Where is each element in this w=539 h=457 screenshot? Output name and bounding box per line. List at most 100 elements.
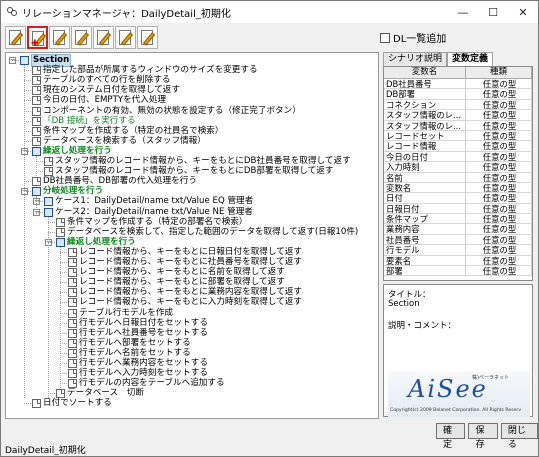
document-icon <box>68 379 77 389</box>
checkbox-box[interactable] <box>380 32 390 43</box>
column-header-name[interactable]: 変数名 <box>384 67 466 78</box>
tree-connector <box>24 191 31 193</box>
table-row[interactable]: 部署 任意の型 <box>384 266 532 277</box>
tree-connector <box>48 241 55 243</box>
table-row[interactable]: レコードセット 任意の型 <box>384 130 532 142</box>
table-row[interactable]: 今日の日付 任意の型 <box>384 151 532 163</box>
tree-connector <box>48 393 55 395</box>
variable-name-cell: 社員番号 <box>384 234 466 245</box>
variable-type-cell: 任意の型 <box>466 162 532 172</box>
table-row[interactable]: DB社員番号 任意の型 <box>384 79 532 90</box>
variable-name-cell: 名前 <box>384 172 466 182</box>
variable-name-cell: 行モデル <box>384 245 466 255</box>
toolbar-button-5[interactable] <box>93 26 114 49</box>
table-row[interactable]: 業務内容 任意の型 <box>384 224 532 235</box>
table-row[interactable]: レコード情報 任意の型 <box>384 141 532 152</box>
variable-name-cell: DB社員番号 <box>384 79 466 89</box>
toolbar-button-1[interactable] <box>5 26 26 49</box>
tree-item[interactable]: 日付でソートする <box>32 398 112 409</box>
tree-connector <box>48 231 55 233</box>
variable-name-cell: レコードセット <box>384 130 466 141</box>
tree-connector <box>60 292 67 294</box>
variable-type-cell: 任意の型 <box>466 266 532 276</box>
table-row[interactable]: 日付 任意の型 <box>384 193 532 204</box>
variable-type-cell: 任意の型 <box>466 172 532 182</box>
tab-scenario-description[interactable]: シナリオ説明 <box>383 52 448 66</box>
variable-name-cell: 要素名 <box>384 255 466 266</box>
status-bar: DailyDetail_初期化 <box>5 446 86 456</box>
tab-variable-definitions[interactable]: 変数定義 <box>447 52 494 66</box>
tree-connector <box>24 130 31 132</box>
variable-type-cell: 任意の型 <box>466 234 532 245</box>
tree-connector <box>60 322 67 324</box>
dl-list-checkbox[interactable]: DL一覧追加 <box>380 30 446 45</box>
variable-name-cell: 条件マップ <box>384 214 466 224</box>
column-header-type[interactable]: 種類 <box>466 67 532 78</box>
tree-connector <box>24 90 31 92</box>
document-icon <box>32 76 41 86</box>
table-row[interactable]: 条件マップ 任意の型 <box>384 214 532 225</box>
document-icon <box>32 116 41 126</box>
tree-connector <box>24 181 31 183</box>
table-row[interactable]: 日報日付 任意の型 <box>384 203 532 215</box>
toolbar-button-2[interactable]: ✚ <box>27 26 48 49</box>
document-icon <box>32 136 41 146</box>
tree-connector <box>60 272 67 274</box>
variable-name-cell: 部署 <box>384 266 466 276</box>
table-row[interactable]: コネクション 任意の型 <box>384 99 532 111</box>
table-row[interactable]: 入力時刻 任意の型 <box>384 162 532 173</box>
document-icon <box>68 268 77 278</box>
tree-guide-line <box>60 246 61 389</box>
document-icon <box>68 318 77 328</box>
tree-guide-line <box>48 216 49 399</box>
variable-name-cell: 今日の日付 <box>384 151 466 162</box>
document-icon <box>44 167 53 177</box>
variable-type-cell: 任意の型 <box>466 224 532 234</box>
folder-icon <box>44 197 53 207</box>
table-row[interactable]: 名前 任意の型 <box>384 172 532 183</box>
document-icon <box>68 308 77 318</box>
variable-type-cell: 任意の型 <box>466 99 532 110</box>
tree-connector <box>36 211 43 213</box>
table-row[interactable]: スタッフ情報のレ... 任意の型 <box>384 120 532 131</box>
document-icon <box>68 247 77 257</box>
toolbar-button-6[interactable] <box>115 26 136 49</box>
document-icon <box>32 66 41 76</box>
table-row[interactable]: 要素名 任意の型 <box>384 255 532 267</box>
close-window-button[interactable]: ✕ <box>508 1 538 23</box>
tree-connector <box>60 282 67 284</box>
document-icon <box>68 348 77 358</box>
maximize-button[interactable]: ☐ <box>478 1 508 23</box>
tree-guide-line <box>36 196 37 217</box>
save-button[interactable]: 保存 <box>468 423 498 450</box>
minimize-button[interactable]: — <box>448 1 478 23</box>
scenario-tree: Section − 指定した部品が所属するウィンドウのサイズを変更する テーブルのすべ… <box>5 52 379 419</box>
table-row[interactable]: スタッフ情報のレ... 任意の型 <box>384 110 532 121</box>
variable-type-cell: 任意の型 <box>466 151 532 162</box>
variable-name-cell: 日付 <box>384 193 466 203</box>
variable-type-cell: 任意の型 <box>466 110 532 120</box>
logo-copyright: Copyright(c) 2009 Belanet Corporation. A… <box>390 408 522 413</box>
toolbar-button-4[interactable] <box>71 26 92 49</box>
tree-connector <box>60 342 67 344</box>
new-icon: ✚ <box>31 39 39 49</box>
document-icon <box>68 338 77 348</box>
table-row[interactable]: 変数名 任意の型 <box>384 182 532 194</box>
document-icon <box>68 328 77 338</box>
tree-guide-line <box>24 65 25 399</box>
ok-button[interactable]: 確定 <box>436 423 466 450</box>
dl-list-label: DL一覧追加 <box>393 34 447 45</box>
tree-connector <box>60 302 67 304</box>
variable-type-cell: 任意の型 <box>466 120 532 130</box>
close-button[interactable]: 閉じる <box>500 423 539 450</box>
toolbar-button-3[interactable] <box>49 26 70 49</box>
toolbar-button-7[interactable] <box>137 26 158 49</box>
document-icon <box>68 298 77 308</box>
variable-name-cell: 変数名 <box>384 182 466 193</box>
table-row[interactable]: DB部署 任意の型 <box>384 89 532 100</box>
variable-name-cell: レコード情報 <box>384 141 466 151</box>
app-window: リレーションマネージャ：DailyDetail_初期化 — ☐ ✕ ✚ DL一覧… <box>0 0 539 457</box>
tree-connector <box>24 110 31 112</box>
table-row[interactable]: 行モデル 任意の型 <box>384 245 532 256</box>
table-row[interactable]: 社員番号 任意の型 <box>384 234 532 246</box>
